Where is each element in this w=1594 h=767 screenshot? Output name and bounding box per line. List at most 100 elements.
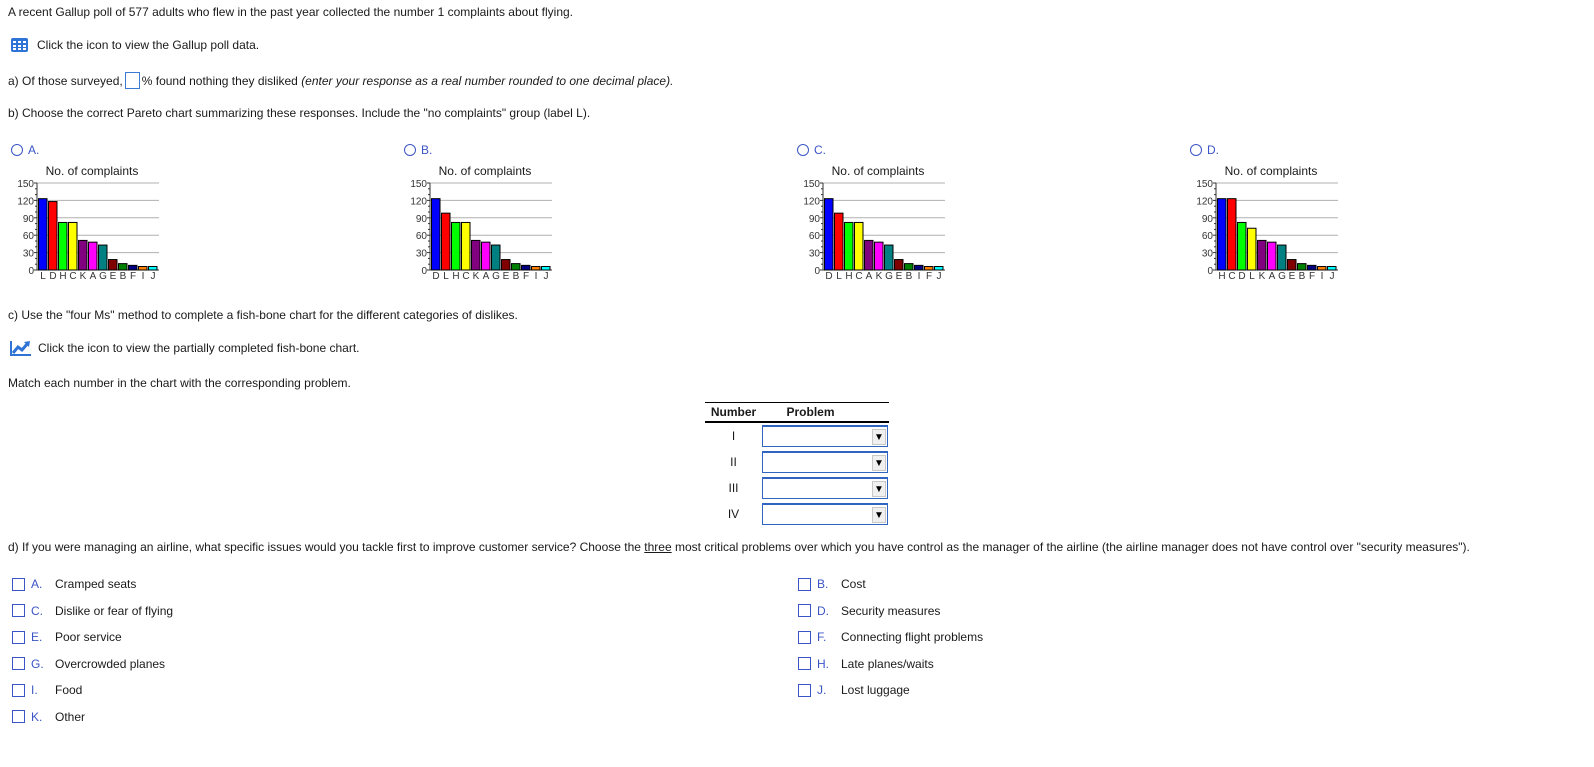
y-tick-label: 120 <box>410 196 427 207</box>
checkbox-option[interactable]: F. Connecting flight problems <box>798 630 983 644</box>
chart-title: No. of complaints <box>832 164 925 178</box>
pareto-chart: No. of complaints 0 30 60 90 120 150 H C D L K A G E B F… <box>1196 164 1338 282</box>
row-number: II <box>730 455 737 469</box>
dropdown-arrow-icon[interactable]: ▼ <box>872 481 886 497</box>
checkbox[interactable] <box>12 683 25 697</box>
checkbox[interactable] <box>798 577 811 591</box>
checkbox[interactable] <box>798 630 811 644</box>
y-tick-label: 30 <box>809 249 821 260</box>
x-tick-label: D <box>825 271 832 282</box>
x-tick-label: C <box>462 271 469 282</box>
option-label: Poor service <box>55 630 122 644</box>
checkbox[interactable] <box>798 657 811 670</box>
radio-button[interactable] <box>797 144 809 156</box>
checkbox[interactable] <box>12 604 25 617</box>
y-tick-label: 60 <box>809 231 821 242</box>
x-tick-label: E <box>110 271 117 282</box>
fishbone-chart-link[interactable]: Click the icon to view the partially com… <box>10 340 360 356</box>
problem-select[interactable]: ▼ <box>762 503 888 525</box>
pareto-option-4[interactable]: D. No. of complaints 0 30 60 90 120 150 H C D L K A G E… <box>1190 143 1338 282</box>
checkbox[interactable] <box>12 710 25 723</box>
checkbox-option[interactable]: A. Cramped seats <box>12 577 136 591</box>
y-tick-label: 30 <box>1202 249 1214 260</box>
x-tick-label: C <box>1228 271 1235 282</box>
checkbox[interactable] <box>798 683 811 697</box>
y-tick-label: 0 <box>28 266 34 277</box>
checkbox-option[interactable]: E. Poor service <box>12 630 122 644</box>
checkbox[interactable] <box>12 657 25 670</box>
pareto-option-3[interactable]: C. No. of complaints 0 30 60 90 120 150 D L H C A K G E… <box>797 143 945 282</box>
y-tick-label: 90 <box>809 214 821 225</box>
checkbox-option[interactable]: B. Cost <box>798 577 866 591</box>
table-row: IV ▼ <box>705 501 889 527</box>
bar-F <box>1307 264 1317 271</box>
dropdown-arrow-icon[interactable]: ▼ <box>872 429 886 445</box>
pareto-option-2[interactable]: B. No. of complaints 0 30 60 90 120 150 D L H C K A G E… <box>404 143 552 282</box>
table-row: I ▼ <box>705 423 889 449</box>
x-tick-label: B <box>120 271 127 282</box>
bar-C <box>461 221 471 271</box>
option-label: Security measures <box>841 603 941 618</box>
x-tick-label: F <box>926 271 932 282</box>
bar-L <box>38 198 48 271</box>
dropdown-arrow-icon[interactable]: ▼ <box>872 507 886 523</box>
problem-select[interactable]: ▼ <box>762 451 888 473</box>
bar-C <box>1227 198 1237 271</box>
x-tick-label: F <box>1309 271 1315 282</box>
radio-option[interactable]: C. <box>797 143 826 157</box>
poll-data-link[interactable]: Click the icon to view the Gallup poll d… <box>11 38 259 52</box>
radio-option[interactable]: D. <box>1190 143 1219 157</box>
x-tick-label: J <box>544 271 549 282</box>
bar-D <box>824 198 834 271</box>
percent-answer-input[interactable] <box>124 72 140 89</box>
bar-D <box>48 201 58 271</box>
x-tick-label: B <box>513 271 520 282</box>
checkbox-option[interactable]: D. Security measures <box>798 604 940 618</box>
checkbox-option[interactable]: J. Lost luggage <box>798 683 910 697</box>
bar-K <box>874 241 884 271</box>
checkbox[interactable] <box>12 630 25 644</box>
checkbox-option[interactable]: K. Other <box>12 710 85 724</box>
part-b-prompt: b) Choose the correct Pareto chart summa… <box>8 106 591 120</box>
checkbox[interactable] <box>12 577 25 591</box>
y-tick-label: 30 <box>23 249 35 260</box>
checkbox-option[interactable]: C. Dislike or fear of flying <box>12 604 173 618</box>
problem-select[interactable]: ▼ <box>762 425 888 447</box>
radio-button[interactable] <box>11 144 23 156</box>
radio-option[interactable]: A. <box>11 143 39 157</box>
checkbox-option[interactable]: G. Overcrowded planes <box>12 657 165 671</box>
problem-select[interactable]: ▼ <box>762 477 888 499</box>
x-tick-label: L <box>836 271 842 282</box>
x-tick-label: F <box>130 271 136 282</box>
radio-option[interactable]: B. <box>404 143 432 157</box>
table-header: Number Problem <box>705 402 889 423</box>
radio-button[interactable] <box>1190 144 1202 156</box>
row-number: IV <box>727 507 740 521</box>
table-grid-icon[interactable] <box>11 38 28 52</box>
x-tick-label: J <box>151 271 156 282</box>
checkbox-option[interactable]: I. Food <box>12 683 82 697</box>
x-tick-label: D <box>1238 271 1245 282</box>
x-tick-label: E <box>503 271 510 282</box>
x-tick-label: K <box>80 271 87 282</box>
trend-chart-icon[interactable] <box>10 340 31 356</box>
part-d-prompt-end: most critical problems over which you ha… <box>671 540 1470 554</box>
option-label: Other <box>55 709 86 724</box>
dropdown-arrow-icon[interactable]: ▼ <box>872 455 886 471</box>
option-letter: H. <box>817 656 829 671</box>
bar-B <box>511 263 521 271</box>
part-d-prompt-start: d) If you were managing an airline, what… <box>8 540 645 554</box>
option-letter: G. <box>31 656 44 671</box>
bar-A <box>481 241 491 271</box>
bar-L <box>834 212 844 271</box>
checkbox-option[interactable]: H. Late planes/waits <box>798 657 934 671</box>
bar-C <box>68 221 78 271</box>
checkbox[interactable] <box>798 604 811 617</box>
x-tick-label: K <box>876 271 883 282</box>
bar-E <box>501 259 511 271</box>
radio-button[interactable] <box>404 144 416 156</box>
pareto-option-1[interactable]: A. No. of complaints 0 30 60 90 120 150 L D H C K A G E… <box>11 143 159 282</box>
x-tick-label: G <box>492 271 500 282</box>
bar-D <box>1237 221 1247 271</box>
x-tick-label: L <box>40 271 46 282</box>
